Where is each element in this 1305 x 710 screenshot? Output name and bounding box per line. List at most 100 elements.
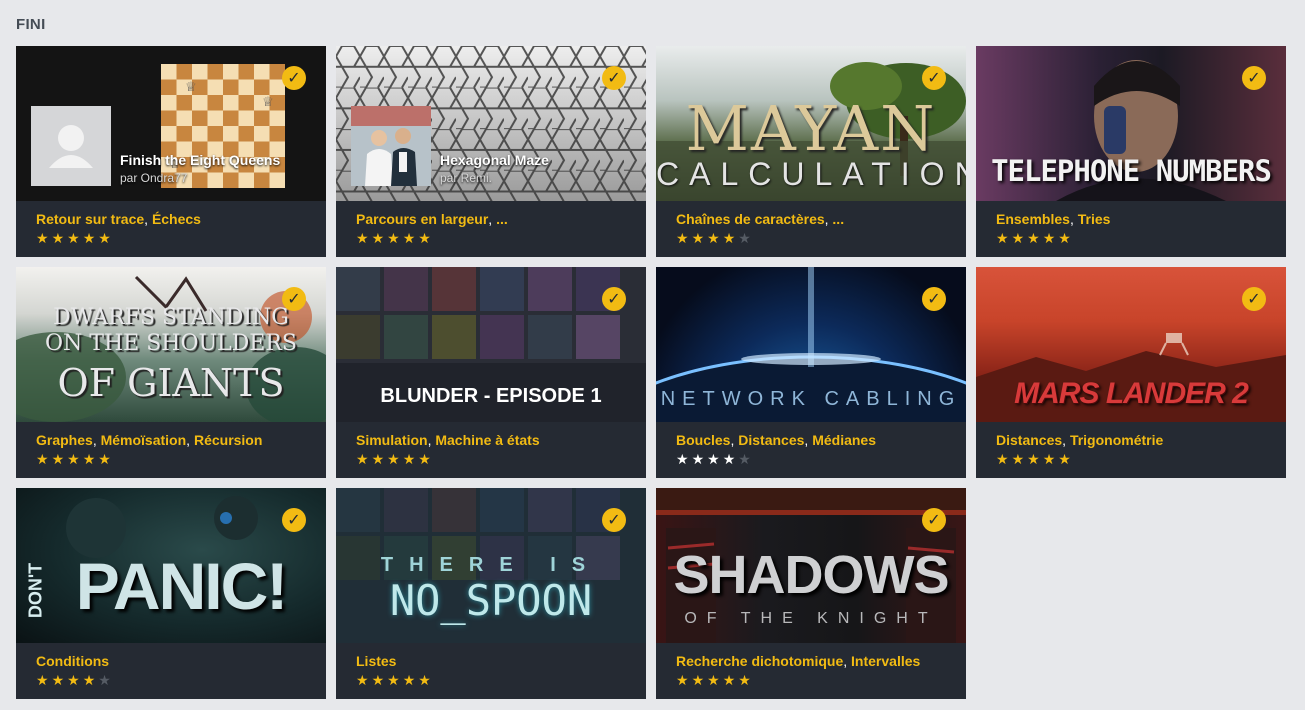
puzzle-card-blunder[interactable]: BLUNDER - EPISODE 1 ✓ Simulation, Machin… xyxy=(336,267,646,478)
card-footer: Simulation, Machine à états ★★★★★ xyxy=(336,422,646,478)
card-footer: Boucles, Distances, Médianes ★★★★★ xyxy=(656,422,966,478)
puzzle-card-mayan-calculation[interactable]: MAYAN CALCULATION ✓ Chaînes de caractère… xyxy=(656,46,966,257)
chess-square xyxy=(254,110,270,126)
puzzle-card-network-cabling[interactable]: NETWORK CABLING ✓ Boucles, Distances, Mé… xyxy=(656,267,966,478)
tag-link[interactable]: Distances xyxy=(996,432,1062,448)
star-icon: ★ xyxy=(82,673,99,689)
puzzle-card-mars-lander-2[interactable]: MARS LANDER 2 ✓ Distances, Trigonométrie… xyxy=(976,267,1286,478)
cover-title: PANIC! xyxy=(75,549,288,623)
tag-link[interactable]: Chaînes de caractères xyxy=(676,211,825,227)
star-rating: ★★★★★ xyxy=(36,452,114,468)
card-footer: Conditions ★★★★★ xyxy=(16,643,326,699)
tag-link[interactable]: Retour sur trace xyxy=(36,211,144,227)
puzzle-grid: ♕ ♕ ♕ Finish the Eight Queens par Ondra7… xyxy=(16,46,1286,699)
chess-square xyxy=(238,64,254,80)
star-rating: ★★★★★ xyxy=(36,231,114,247)
star-icon: ★ xyxy=(82,452,99,468)
tag-link[interactable]: Simulation xyxy=(356,432,428,448)
star-icon: ★ xyxy=(371,673,388,689)
chess-square xyxy=(161,79,177,95)
star-icon: ★ xyxy=(67,452,83,468)
star-rating: ★★★★★ xyxy=(676,673,754,689)
completed-check-icon: ✓ xyxy=(922,287,946,311)
star-icon: ★ xyxy=(98,452,114,468)
completed-check-icon: ✓ xyxy=(282,66,306,90)
tag-link[interactable]: Trigonométrie xyxy=(1070,432,1163,448)
star-icon: ★ xyxy=(51,673,68,689)
cover-subtitle: CALCULATION xyxy=(656,156,966,192)
tag-list: Listes xyxy=(356,653,396,669)
puzzle-card-telephone-numbers[interactable]: TELEPHONE NUMBERS ✓ Ensembles, Tries ★★★… xyxy=(976,46,1286,257)
tag-link[interactable]: Récursion xyxy=(194,432,262,448)
tag-link[interactable]: Recherche dichotomique xyxy=(676,653,843,669)
chess-square xyxy=(161,110,177,126)
puzzle-card-there-is-no-spoon[interactable]: THERE IS NO_SPOON ✓ Listes ★★★★★ xyxy=(336,488,646,699)
star-rating: ★★★★★ xyxy=(356,673,434,689)
cover-image: DWARFS STANDING ON THE SHOULDERS OF GIAN… xyxy=(16,267,326,422)
tag-link[interactable]: Listes xyxy=(356,653,396,669)
puzzle-card-eight-queens[interactable]: ♕ ♕ ♕ Finish the Eight Queens par Ondra7… xyxy=(16,46,326,257)
tag-link[interactable]: Graphes xyxy=(36,432,93,448)
star-icon: ★ xyxy=(67,673,83,689)
tag-link[interactable]: Conditions xyxy=(36,653,109,669)
author-avatar xyxy=(31,106,111,186)
tag-link[interactable]: Distances xyxy=(738,432,804,448)
chess-square xyxy=(176,95,192,111)
tag-list: Chaînes de caractères, ... xyxy=(676,211,844,227)
cover-image: MAYAN CALCULATION ✓ xyxy=(656,46,966,201)
tag-link[interactable]: Boucles xyxy=(676,432,730,448)
star-icon: ★ xyxy=(402,452,419,468)
star-icon: ★ xyxy=(738,231,754,247)
star-icon: ★ xyxy=(707,452,723,468)
cover-image: THERE IS NO_SPOON ✓ xyxy=(336,488,646,643)
star-icon: ★ xyxy=(418,673,434,689)
tag-link[interactable]: Échecs xyxy=(152,211,201,227)
chess-square xyxy=(207,95,223,111)
tag-link[interactable]: ... xyxy=(496,211,508,227)
star-icon: ★ xyxy=(1027,452,1043,468)
tag-link[interactable]: Parcours en largeur xyxy=(356,211,488,227)
star-rating: ★★★★★ xyxy=(996,452,1074,468)
star-icon: ★ xyxy=(707,231,723,247)
tag-link[interactable]: Ensembles xyxy=(996,211,1070,227)
tag-separator: , xyxy=(1069,211,1078,227)
tag-list: Simulation, Machine à états xyxy=(356,432,540,448)
star-icon: ★ xyxy=(356,673,372,689)
puzzle-card-dont-panic[interactable]: DON'T PANIC! ✓ Conditions ★★★★★ xyxy=(16,488,326,699)
tag-separator: , xyxy=(1062,432,1070,448)
star-icon: ★ xyxy=(418,231,434,247)
completed-check-icon: ✓ xyxy=(922,508,946,532)
star-icon: ★ xyxy=(1042,452,1059,468)
cover-subtitle: ON THE SHOULDERS xyxy=(45,331,297,356)
tag-link[interactable]: Machine à états xyxy=(435,432,539,448)
chess-square xyxy=(207,64,223,80)
star-icon: ★ xyxy=(707,673,723,689)
puzzle-card-hexagonal-maze[interactable]: Hexagonal Maze par Remi. ✓ Parcours en l… xyxy=(336,46,646,257)
tag-link[interactable]: Mémoïsation xyxy=(101,432,187,448)
puzzle-card-shadows-of-the-knight[interactable]: SHADOWS OF THE KNIGHT ✓ Recherche dichot… xyxy=(656,488,966,699)
star-icon: ★ xyxy=(996,452,1012,468)
card-footer: Chaînes de caractères, ... ★★★★★ xyxy=(656,201,966,257)
star-icon: ★ xyxy=(691,673,708,689)
cover-title: SHADOWS xyxy=(673,545,950,605)
cover-subtitle: NO_SPOON xyxy=(389,576,593,625)
tag-link[interactable]: Intervalles xyxy=(851,653,920,669)
star-rating: ★★★★★ xyxy=(676,231,754,247)
tag-link[interactable]: Médianes xyxy=(812,432,876,448)
star-icon: ★ xyxy=(36,452,52,468)
star-icon: ★ xyxy=(98,231,114,247)
tag-list: Conditions xyxy=(36,653,109,669)
cover-image: NETWORK CABLING ✓ xyxy=(656,267,966,422)
cover-title: DWARFS STANDING xyxy=(53,305,289,330)
cover-image: Hexagonal Maze par Remi. ✓ xyxy=(336,46,646,201)
cover-image: ♕ ♕ ♕ Finish the Eight Queens par Ondra7… xyxy=(16,46,326,201)
puzzle-card-dwarfs-giants[interactable]: DWARFS STANDING ON THE SHOULDERS OF GIAN… xyxy=(16,267,326,478)
star-icon: ★ xyxy=(402,673,419,689)
tag-separator: , xyxy=(186,432,194,448)
tag-link[interactable]: Tries xyxy=(1078,211,1111,227)
star-icon: ★ xyxy=(356,452,372,468)
star-icon: ★ xyxy=(722,231,739,247)
tag-link[interactable]: ... xyxy=(832,211,844,227)
puzzle-author: par Ondra77 xyxy=(120,171,188,185)
cover-subtitle: OF THE KNIGHT xyxy=(684,610,938,627)
